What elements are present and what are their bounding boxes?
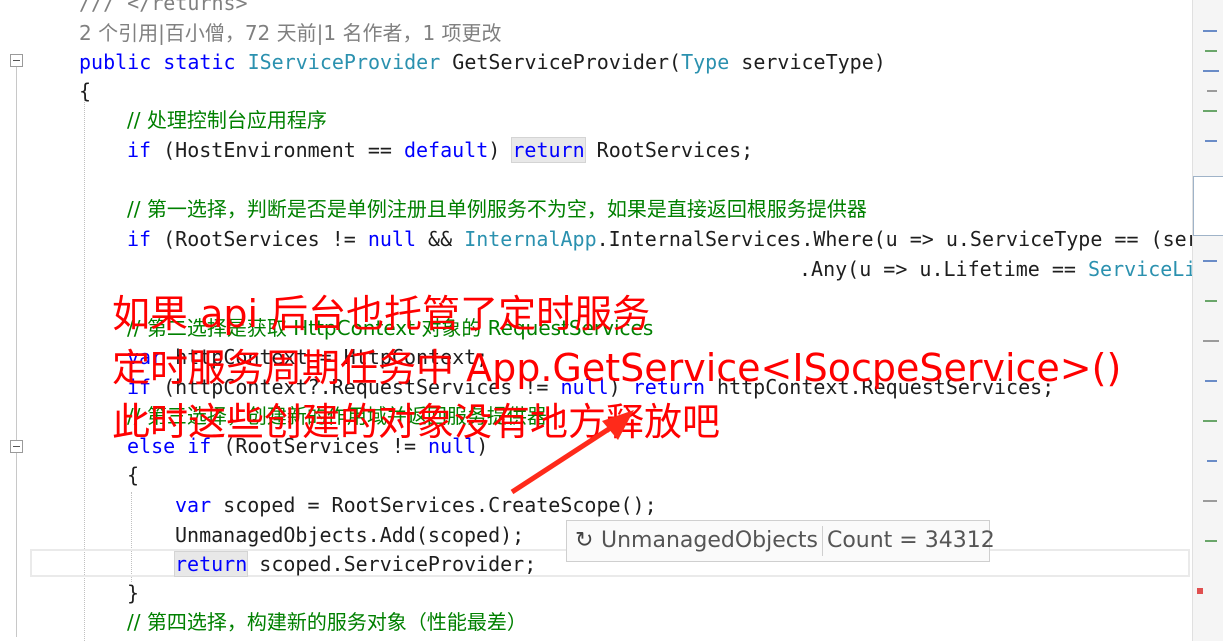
scroll-marker: [1203, 110, 1217, 112]
datatip-value: Count = 34312: [826, 528, 995, 553]
scroll-marker: [1203, 340, 1219, 342]
scroll-marker: [1203, 70, 1219, 72]
scroll-marker: [1207, 460, 1217, 462]
arrow-head: [602, 410, 634, 440]
scroll-marker: [1203, 260, 1217, 262]
scroll-marker: [1203, 420, 1217, 422]
datatip-separator: [821, 526, 823, 556]
breakpoint-marker: [1197, 588, 1203, 594]
debug-datatip[interactable]: ↻ UnmanagedObjects Count = 34312: [566, 520, 995, 562]
scroll-marker: [1205, 380, 1217, 382]
scrollbar-thumb[interactable]: [1193, 176, 1223, 236]
arrow-shaft: [510, 422, 617, 495]
scroll-marker: [1205, 140, 1217, 142]
vertical-scrollbar[interactable]: [1192, 0, 1223, 641]
scroll-marker: [1203, 500, 1217, 502]
scroll-marker: [1207, 90, 1217, 92]
refresh-icon[interactable]: ↻: [575, 521, 601, 561]
scroll-marker: [1205, 50, 1217, 52]
scroll-marker: [1205, 300, 1217, 302]
datatip-name: UnmanagedObjects: [601, 528, 818, 553]
scroll-marker: [1205, 540, 1217, 542]
scroll-marker: [1203, 30, 1217, 32]
